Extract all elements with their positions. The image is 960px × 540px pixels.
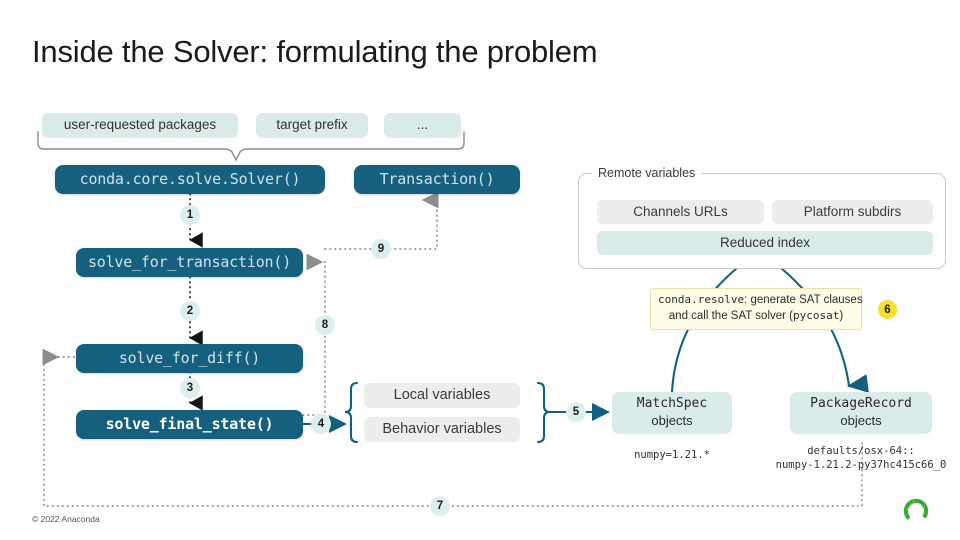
node-solve-for-transaction: solve_for_transaction(): [76, 248, 303, 277]
card-title: MatchSpec: [636, 396, 708, 412]
pill-behavior-variables: Behavior variables: [364, 417, 520, 442]
callout-line-2: and call the SAT solver (pycosat): [658, 308, 854, 324]
card-subtitle: objects: [651, 413, 693, 428]
input-pill-ellipsis: ...: [384, 113, 461, 138]
pill-label: Behavior variables: [382, 420, 502, 437]
callout-code-pycosat: pycosat: [793, 309, 840, 323]
step-badge-6: 6: [878, 300, 897, 319]
step-badge-8: 8: [315, 315, 335, 335]
pill-local-variables: Local variables: [364, 383, 520, 408]
pill-channels-urls: Channels URLs: [597, 200, 764, 224]
node-solve-final-state: solve_final_state(): [76, 410, 303, 439]
input-pill-label: ...: [416, 117, 429, 133]
card-title: PackageRecord: [810, 396, 912, 412]
example-packagerecord: defaults/osx-64:: numpy-1.21.2-py37hc415…: [775, 445, 947, 472]
pill-label: Platform subdirs: [803, 203, 902, 219]
pill-platform-subdirs: Platform subdirs: [772, 200, 933, 224]
input-pill-label: target prefix: [276, 117, 348, 133]
pill-label: Reduced index: [719, 234, 811, 250]
node-transaction: Transaction(): [354, 165, 520, 194]
callout-line-1: conda.resolve: generate SAT clauses: [658, 292, 863, 308]
anaconda-logo: [903, 498, 929, 524]
step-badge-9: 9: [371, 239, 391, 259]
node-conda-core-solve-solver: conda.core.solve.Solver(): [55, 165, 325, 194]
step-badge-2: 2: [180, 301, 200, 321]
callout-text-1: : generate SAT clauses: [744, 294, 863, 306]
callout-text-2b: ): [839, 310, 844, 323]
pill-label: Channels URLs: [633, 203, 728, 219]
callout-text-2a: and call the SAT solver (: [668, 310, 793, 323]
node-solve-for-diff: solve_for_diff(): [76, 344, 303, 373]
node-label: solve_for_transaction(): [87, 253, 292, 272]
node-label: conda.core.solve.Solver(): [79, 170, 301, 189]
input-pill-target-prefix: target prefix: [256, 113, 368, 138]
callout-conda-resolve: conda.resolve: generate SAT clauses and …: [650, 288, 863, 330]
card-matchspec-objects: MatchSpec objects: [612, 392, 732, 434]
step-badge-4: 4: [311, 414, 331, 434]
callout-code-conda-resolve: conda.resolve: [658, 293, 745, 306]
step-badge-5: 5: [566, 402, 586, 422]
slide-canvas: Inside the Solver: formulating the probl…: [0, 0, 960, 540]
step-badge-1: 1: [180, 205, 200, 225]
copyright-text: © 2022 Anaconda: [32, 514, 100, 524]
node-label: solve_final_state(): [105, 415, 274, 434]
input-pill-label: user-requested packages: [63, 117, 217, 133]
page-title: Inside the Solver: formulating the probl…: [32, 34, 598, 69]
step-badge-7: 7: [430, 496, 450, 516]
card-subtitle: objects: [840, 413, 882, 428]
node-label: solve_for_diff(): [118, 349, 261, 368]
pill-reduced-index: Reduced index: [597, 231, 933, 255]
group-legend-remote-variables: Remote variables: [592, 166, 702, 180]
node-label: Transaction(): [379, 170, 495, 189]
example-matchspec: numpy=1.21.*: [634, 449, 710, 461]
card-packagerecord-objects: PackageRecord objects: [790, 392, 932, 434]
pill-label: Local variables: [393, 386, 491, 403]
input-pill-user-requested-packages: user-requested packages: [42, 113, 238, 138]
step-badge-3: 3: [180, 378, 200, 398]
